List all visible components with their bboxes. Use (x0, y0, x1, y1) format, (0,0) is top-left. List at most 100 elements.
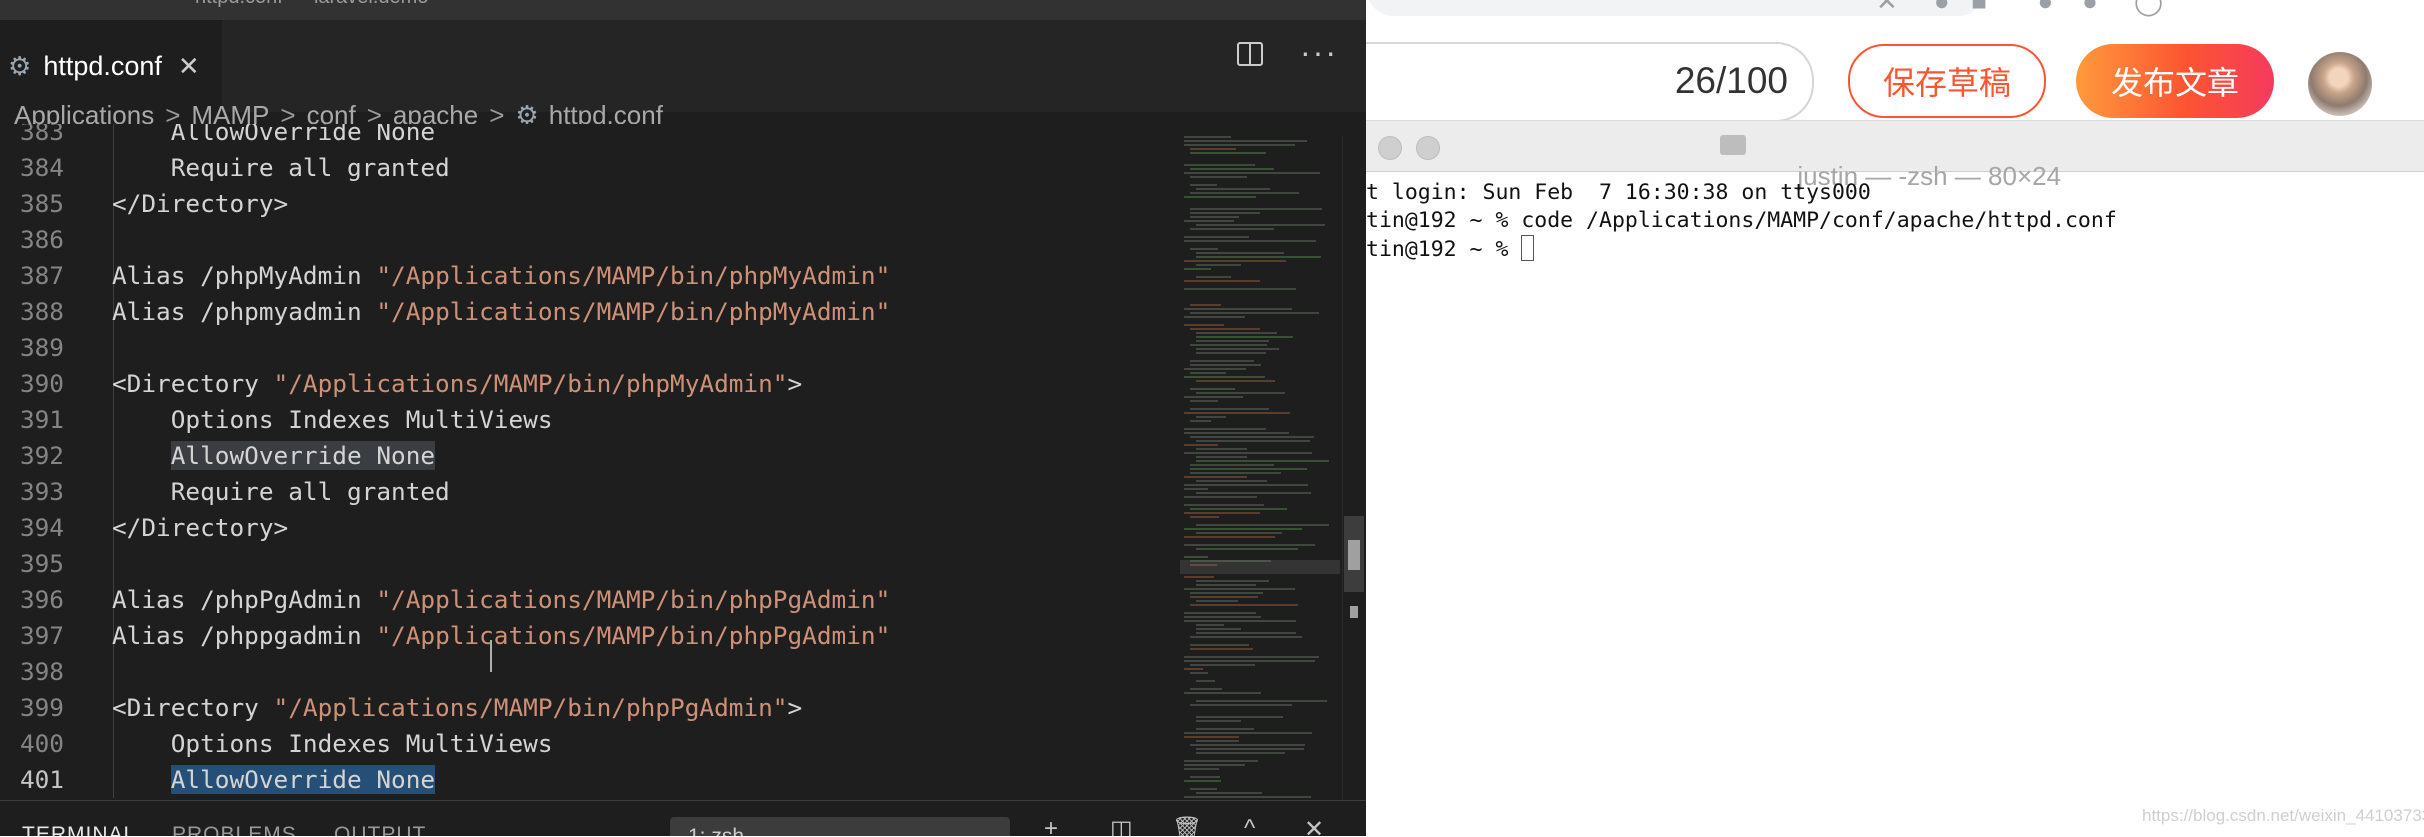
code-text: Options Indexes MultiViews (112, 402, 553, 438)
line-number: 391 (19, 405, 64, 434)
minimap-line (1196, 728, 1254, 730)
code-line[interactable]: 392 AllowOverride None (0, 438, 1180, 474)
title-input[interactable]: 26/100 (1366, 42, 1814, 122)
tab-output[interactable]: OUTPUT (334, 823, 426, 836)
code-text: Alias /phpMyAdmin "/Applications/MAMP/bi… (112, 258, 890, 294)
minimap-line (1190, 152, 1266, 154)
minimap-line (1190, 400, 1218, 402)
split-editor-icon[interactable] (1236, 40, 1264, 68)
minimap-line (1190, 192, 1299, 194)
minimize-button[interactable] (1378, 136, 1402, 160)
terminal-prompt-line: tin@192 ~ % (1366, 235, 1535, 263)
code-line[interactable]: 391 Options Indexes MultiViews (0, 402, 1180, 438)
code-string: "/Applications/MAMP/bin/phpPgAdmin" (273, 693, 788, 722)
code-plain (112, 441, 171, 470)
minimap-line (1196, 580, 1269, 582)
code-line[interactable]: 400 Options Indexes MultiViews (0, 726, 1180, 762)
minimap-line (1190, 508, 1287, 510)
add-terminal-icon[interactable]: + (1044, 815, 1058, 836)
minimap-line (1190, 208, 1322, 210)
minimap-line (1196, 440, 1310, 442)
code-line[interactable]: 383 AllowOverride None (0, 124, 1180, 150)
code-line[interactable]: 390 <Directory "/Applications/MAMP/bin/ph… (0, 366, 1180, 402)
trash-icon[interactable]: 🗑 (1172, 815, 1202, 836)
minimap-line (1184, 376, 1265, 378)
minimap-line (1184, 288, 1296, 290)
code-plain: <Directory (112, 693, 274, 722)
code-line[interactable]: 386 (0, 222, 1180, 258)
minimap-line (1196, 480, 1267, 482)
line-number: 388 (19, 297, 64, 326)
split-terminal-icon[interactable]: ◫ (1110, 815, 1133, 836)
minimap-line (1190, 592, 1263, 594)
minimap-line (1196, 348, 1279, 350)
minimap-line (1184, 588, 1295, 590)
minimap-line (1190, 648, 1253, 650)
scrollbar-marker (1348, 540, 1360, 570)
avatar[interactable] (2308, 52, 2372, 116)
minimap-slider[interactable] (1180, 560, 1340, 574)
tab-problems[interactable]: PROBLEMS (172, 823, 297, 836)
minimap-line (1190, 604, 1298, 606)
minimap-line (1190, 248, 1218, 250)
line-number: 393 (19, 477, 64, 506)
indent-guide (113, 546, 114, 582)
code-plain: Options Indexes MultiViews (112, 729, 553, 758)
code-line[interactable]: 397 Alias /phppgadmin "/Applications/MAMP… (0, 618, 1180, 654)
minimap-line (1184, 196, 1256, 198)
code-line[interactable]: 396 Alias /phpPgAdmin "/Applications/MAMP… (0, 582, 1180, 618)
terminal-select[interactable]: 1: zsh ⌄ (670, 817, 1010, 836)
code-editor[interactable]: 383 AllowOverride None 384 Require all gr… (0, 124, 1366, 800)
minimap-line (1190, 664, 1255, 666)
code-highlight: AllowOverride None (170, 441, 436, 470)
code-text: Alias /phpPgAdmin "/Applications/MAMP/bi… (112, 582, 890, 618)
line-number: 389 (19, 333, 64, 362)
code-line[interactable]: 395 (0, 546, 1180, 582)
terminal-window[interactable]: justin — -zsh — 80×24 t login: Sun Feb 7… (1366, 120, 2424, 837)
save-draft-button[interactable]: 保存草稿 (1848, 44, 2046, 118)
code-text: Require all granted (112, 474, 450, 510)
minimap-line (1184, 760, 1258, 762)
code-line[interactable]: 401 AllowOverride None (0, 762, 1180, 798)
close-tab-icon[interactable]: ✕ (178, 51, 200, 82)
minimap-line (1196, 628, 1241, 630)
minimap-line (1196, 740, 1239, 742)
minimap[interactable] (1180, 136, 1340, 800)
vertical-scrollbar[interactable] (1342, 136, 1366, 800)
code-string: "/Applications/MAMP/bin/phpPgAdmin" (376, 585, 891, 614)
minimap-line (1184, 396, 1243, 398)
code-line[interactable]: 394 </Directory> (0, 510, 1180, 546)
minimap-line (1190, 644, 1249, 646)
code-line[interactable]: 384 Require all granted (0, 150, 1180, 186)
minimap-line (1190, 364, 1261, 366)
code-line[interactable]: 393 Require all granted (0, 474, 1180, 510)
browser-window: ✕ ● ■ ● ● ◯ 26/100 保存草稿 发布文章 (1366, 0, 2424, 130)
tab-terminal[interactable]: TERMINAL (22, 823, 136, 836)
line-number: 400 (19, 729, 64, 758)
minimap-line (1190, 148, 1236, 150)
maximize-panel-icon[interactable]: ^ (1244, 815, 1255, 836)
code-line[interactable]: 388 Alias /phpmyadmin "/Applications/MAMP… (0, 294, 1180, 330)
minimap-line (1190, 744, 1305, 746)
minimap-line (1184, 444, 1218, 446)
code-line[interactable]: 387 Alias /phpMyAdmin "/Applications/MAMP… (0, 258, 1180, 294)
code-line[interactable]: 385 </Directory> (0, 186, 1180, 222)
publish-button[interactable]: 发布文章 (2076, 44, 2274, 118)
minimap-line (1190, 228, 1274, 230)
more-actions-icon[interactable]: ··· (1300, 34, 1338, 71)
close-panel-icon[interactable]: ✕ (1304, 815, 1324, 836)
minimap-line (1184, 512, 1260, 514)
code-line[interactable]: 398 (0, 654, 1180, 690)
code-line[interactable]: 399 <Directory "/Applications/MAMP/bin/ph… (0, 690, 1180, 726)
minimap-line (1196, 752, 1285, 754)
minimap-line (1184, 260, 1286, 262)
minimap-line (1190, 304, 1221, 306)
tab-label: httpd.conf (43, 50, 162, 81)
terminal-line: tin@192 ~ % code /Applications/MAMP/conf… (1366, 208, 2117, 233)
code-line[interactable]: 389 (0, 330, 1180, 366)
zoom-button[interactable] (1416, 136, 1440, 160)
indent-guide (113, 654, 114, 690)
text-cursor (490, 640, 492, 672)
line-number: 396 (19, 585, 64, 614)
minimap-line (1190, 468, 1307, 470)
